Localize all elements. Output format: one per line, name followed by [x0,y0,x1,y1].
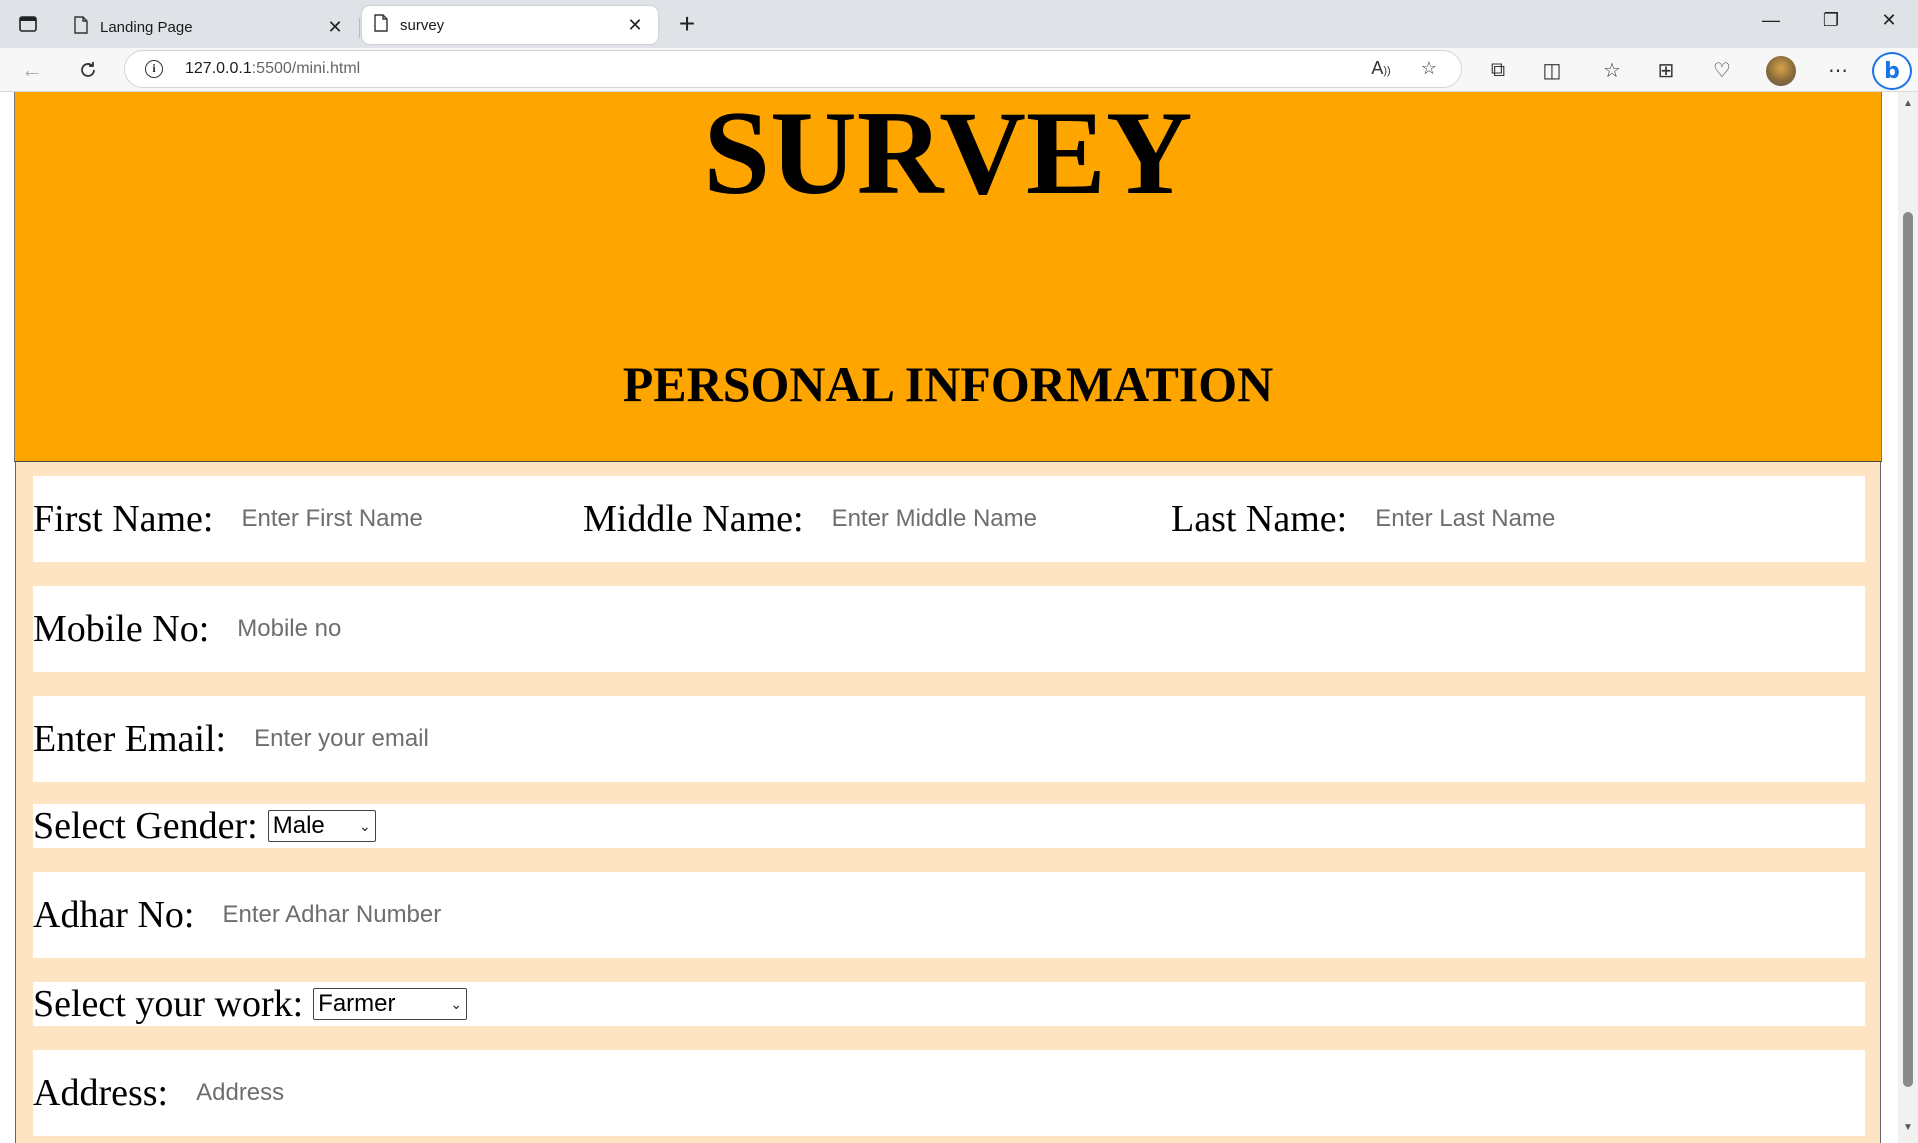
adhar-row: Adhar No: [33,872,1865,958]
tab-strip: Landing Page ✕ survey ✕ + — ❐ ✕ [0,0,1918,48]
new-tab-button[interactable]: + [672,10,702,40]
browser-toolbar: ← i 127.0.0.1:5500/mini.html A)) ☆ ⧉ ◫ ☆… [0,48,1918,92]
adhar-label: Adhar No: [33,894,195,936]
middle-name-label: Middle Name: [583,498,804,540]
vertical-scrollbar[interactable]: ▲ ▼ [1898,92,1918,1143]
favorite-star-icon[interactable]: ☆ [1417,58,1441,82]
scroll-down-icon[interactable]: ▼ [1901,1122,1915,1136]
minimize-button[interactable]: — [1756,10,1786,38]
url-text[interactable]: 127.0.0.1:5500/mini.html [185,60,360,78]
favorites-icon[interactable]: ☆ [1598,56,1626,84]
browser-essentials-icon[interactable]: ♡ [1708,56,1736,84]
tab-actions-icon[interactable] [16,12,40,36]
profile-avatar[interactable] [1766,56,1796,86]
chevron-down-icon: ⌄ [450,995,463,1012]
tab-title: survey [400,16,445,34]
browser-chrome: Landing Page ✕ survey ✕ + — ❐ ✕ ← i 127.… [0,0,1918,92]
email-row: Enter Email: [33,696,1865,782]
address-row: Address: [33,1050,1865,1136]
adhar-input[interactable] [222,895,623,935]
address-bar[interactable]: i 127.0.0.1:5500/mini.html A)) ☆ [124,50,1462,88]
scroll-up-icon[interactable]: ▲ [1901,98,1915,112]
read-aloud-icon[interactable]: A)) [1369,58,1393,82]
tab-survey[interactable]: survey ✕ [362,6,658,44]
section-title: PERSONAL INFORMATION [622,356,1274,412]
page-icon [74,15,88,39]
email-input[interactable] [254,719,655,759]
copilot-icon[interactable]: b [1872,52,1912,90]
chevron-down-icon: ⌄ [359,817,371,834]
survey-header: SURVEY PERSONAL INFORMATION [14,92,1882,462]
address-label: Address: [33,1072,169,1114]
gender-select[interactable]: Male ⌄ [267,810,376,842]
last-name-label: Last Name: [1171,498,1348,540]
scroll-thumb[interactable] [1903,212,1913,1087]
name-row: First Name: Middle Name: Last Name: [33,476,1865,562]
gender-row: Select Gender: Male ⌄ [33,804,1865,848]
close-window-button[interactable]: ✕ [1874,10,1904,38]
work-label: Select your work: [33,983,304,1025]
work-select[interactable]: Farmer ⌄ [313,988,468,1020]
mobile-input[interactable] [237,609,638,649]
page-viewport: SURVEY PERSONAL INFORMATION First Name: … [0,92,1918,1143]
last-name-input[interactable] [1375,499,1706,539]
tab-landing-page[interactable]: Landing Page ✕ [62,6,358,48]
close-icon[interactable]: ✕ [324,17,346,38]
tab-title: Landing Page [100,18,193,36]
work-row: Select your work: Farmer ⌄ [33,982,1865,1026]
gender-select-value: Male [272,812,325,839]
back-icon[interactable]: ← [18,56,46,84]
survey-form: First Name: Middle Name: Last Name: Mobi… [15,462,1881,1143]
first-name-input[interactable] [241,499,583,539]
gender-label: Select Gender: [33,805,258,847]
extensions-icon[interactable]: ⧉ [1484,56,1512,84]
middle-name-input[interactable] [831,499,1171,539]
collections-icon[interactable]: ⊞ [1652,56,1680,84]
address-input[interactable] [196,1073,597,1113]
page-icon [374,13,388,37]
first-name-label: First Name: [33,498,214,540]
more-options-icon[interactable]: ⋯ [1824,56,1852,84]
mobile-label: Mobile No: [33,608,210,650]
work-select-value: Farmer [318,990,396,1017]
tab-separator [359,18,360,38]
restore-button[interactable]: ❐ [1816,10,1846,38]
page-title: SURVEY [703,92,1193,219]
close-icon[interactable]: ✕ [624,15,646,36]
refresh-icon[interactable] [74,56,102,84]
email-label: Enter Email: [33,718,227,760]
split-screen-icon[interactable]: ◫ [1538,56,1566,84]
info-icon[interactable]: i [145,60,163,78]
mobile-row: Mobile No: [33,586,1865,672]
survey-page: SURVEY PERSONAL INFORMATION First Name: … [10,92,1884,1143]
